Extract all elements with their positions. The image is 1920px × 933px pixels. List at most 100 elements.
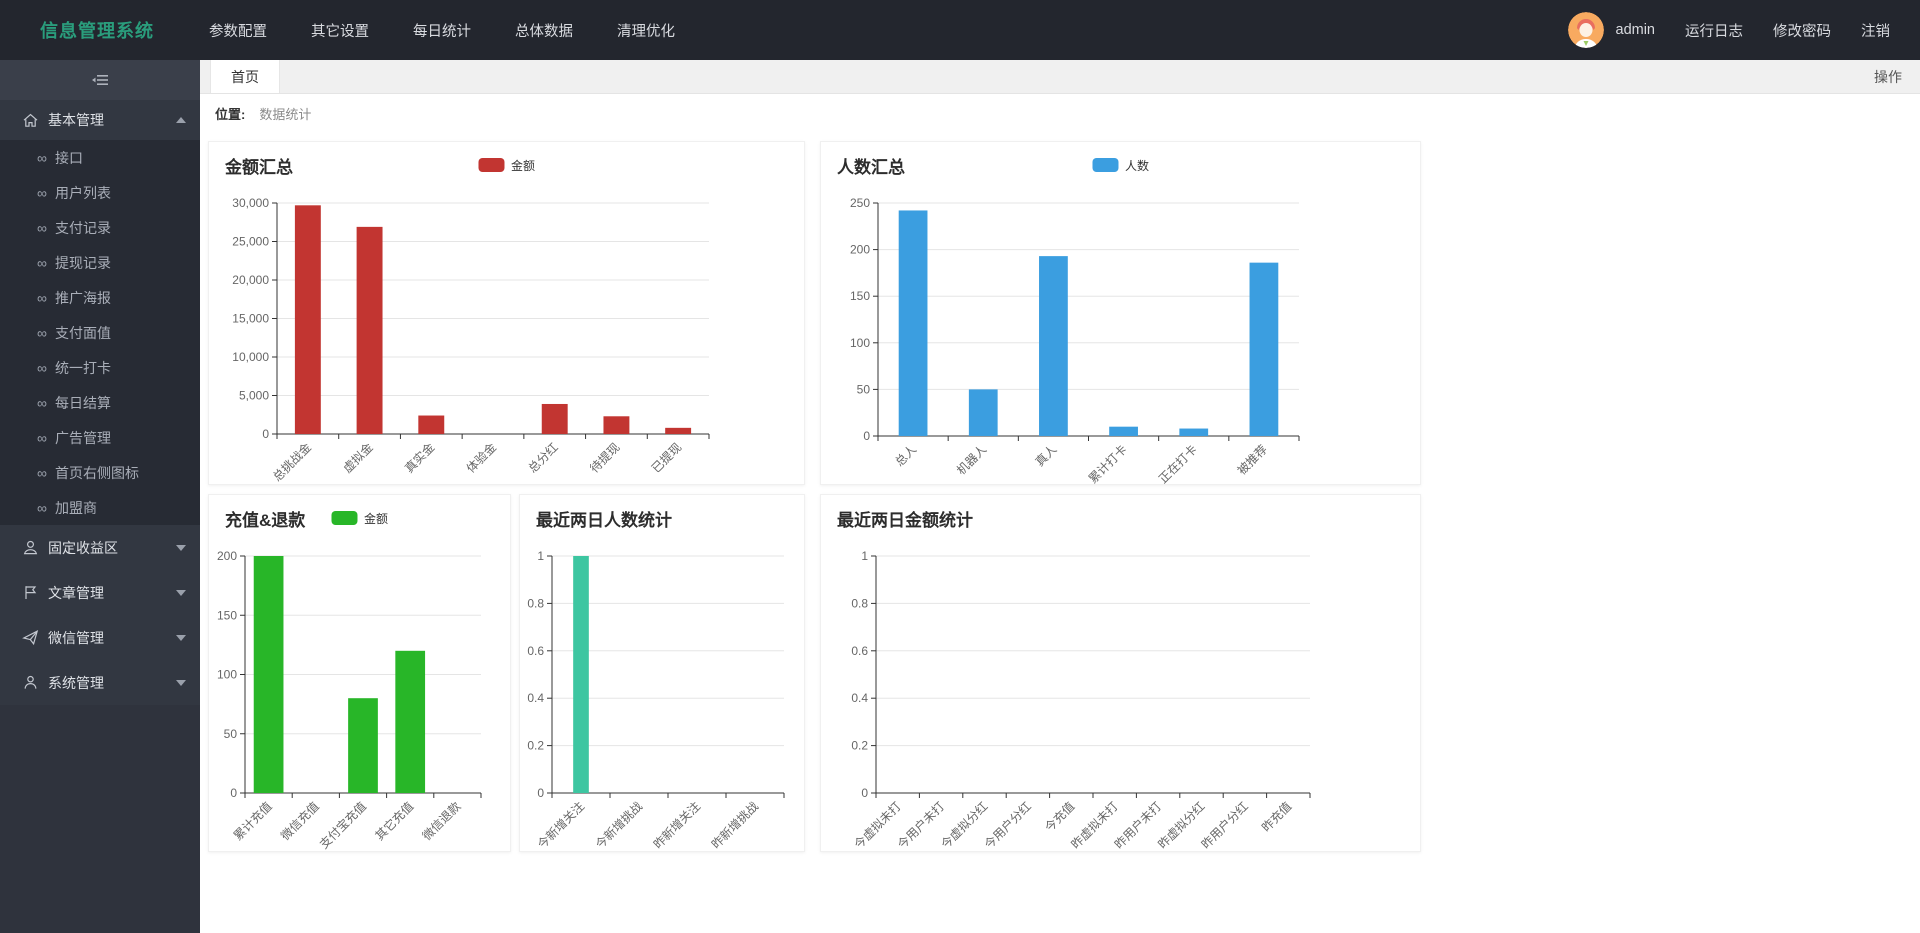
logout-link[interactable]: 注销 [1861, 20, 1890, 41]
navbar-item-4[interactable]: 清理优化 [617, 20, 675, 41]
sidebar-item-label: 接口 [55, 148, 83, 168]
sidebar-item-0-6[interactable]: ∞ 统一打卡 [0, 350, 200, 385]
change-password-link[interactable]: 修改密码 [1773, 20, 1831, 41]
bar-3[interactable] [395, 651, 425, 793]
x-tick-label: 体验金 [463, 440, 499, 476]
sidebar-item-0-2[interactable]: ∞支付记录 [0, 210, 200, 245]
chart-plot: 00.20.40.60.81今新增关注今新增挑战昨新增关注昨新增挑战 [520, 541, 804, 858]
tab-home[interactable]: 首页 [210, 60, 280, 93]
bar-1[interactable] [357, 227, 383, 434]
sidebar-item-0-7[interactable]: ∞每日结算 [0, 385, 200, 420]
sidebar-item-0-4[interactable]: ∞推广海报 [0, 280, 200, 315]
chart-legend[interactable]: 金额 [478, 142, 535, 188]
y-tick-label: 20,000 [232, 273, 269, 287]
username[interactable]: admin [1616, 22, 1656, 38]
y-tick-label: 0.6 [851, 644, 868, 658]
bar-0[interactable] [573, 556, 589, 793]
user-icon [22, 539, 39, 556]
sidebar-group-3[interactable]: 微信管理 [0, 615, 200, 660]
bar-4[interactable] [542, 404, 568, 434]
sidebar-item-0-10[interactable]: ∞加盟商 [0, 490, 200, 525]
bar-chart-canvas: 00.20.40.60.81今虚拟未打今用户未打今虚拟分红今用户分红今充值昨虚拟… [821, 541, 1420, 853]
bar-0[interactable] [899, 210, 928, 436]
bar-5[interactable] [603, 416, 629, 434]
bar-1[interactable] [969, 389, 998, 436]
chart-title: 金额汇总 [225, 153, 293, 178]
chevron-down-icon [176, 545, 186, 551]
main-area: 首页 操作 位置: 数据统计 金额汇总 金额 05,00010,00015,00… [200, 60, 1920, 933]
bar-4[interactable] [1179, 429, 1208, 436]
sidebar-submenu: ∞接口∞用户列表∞支付记录∞提现记录∞推广海报∞支付面值∞统一打卡∞每日结算∞广… [0, 140, 200, 525]
sidebar-item-0-8[interactable]: ∞广告管理 [0, 420, 200, 455]
x-tick-label: 总挑战金 [269, 440, 314, 485]
sidebar-group-4[interactable]: 系统管理 [0, 660, 200, 705]
bar-2[interactable] [348, 698, 378, 793]
breadcrumb-current[interactable]: 数据统计 [259, 104, 311, 123]
link-icon: ∞ [37, 501, 47, 515]
chart-panel-people-summary: 人数汇总 人数 050100150200250总人机器人真人累计打卡正在打卡被推… [820, 141, 1421, 485]
run-log-link[interactable]: 运行日志 [1685, 20, 1743, 41]
y-tick-label: 100 [850, 336, 870, 350]
x-tick-label: 累计打卡 [1086, 442, 1130, 486]
send-icon [22, 629, 39, 646]
x-tick-label: 今充值 [1041, 799, 1077, 835]
bar-2[interactable] [1039, 256, 1068, 436]
y-tick-label: 5,000 [239, 389, 269, 403]
x-tick-label: 待提现 [586, 440, 622, 476]
navbar: 信息管理系统 参数配置其它设置每日统计总体数据清理优化 admin 运行日志修改… [0, 0, 1920, 60]
sidebar-item-0-3[interactable]: ∞提现记录 [0, 245, 200, 280]
bar-0[interactable] [295, 205, 321, 434]
navbar-right-links: 运行日志 修改密码 注销 [1685, 20, 1890, 41]
sidebar-group-2[interactable]: 文章管理 [0, 570, 200, 615]
chart-legend[interactable]: 金额 [331, 495, 388, 541]
x-tick-label: 累计充值 [230, 799, 275, 844]
y-tick-label: 0 [537, 786, 544, 800]
chart-header: 人数汇总 人数 [821, 142, 1420, 188]
sidebar-menu: 基本管理∞接口∞用户列表∞支付记录∞提现记录∞推广海报∞支付面值∞统一打卡∞每日… [0, 100, 200, 705]
chevron-down-icon [176, 635, 186, 641]
y-tick-label: 0 [230, 786, 237, 800]
x-tick-label: 虚拟金 [340, 440, 376, 476]
bar-6[interactable] [665, 428, 691, 434]
sidebar-item-0-5[interactable]: ∞支付面值 [0, 315, 200, 350]
chevron-down-icon [176, 590, 186, 596]
link-icon: ∞ [37, 396, 47, 410]
x-tick-label: 总分红 [525, 440, 561, 476]
navbar-item-1[interactable]: 其它设置 [311, 20, 369, 41]
bar-2[interactable] [418, 416, 444, 434]
sidebar-item-label: 统一打卡 [55, 358, 111, 378]
sidebar-item-0-1[interactable]: ∞用户列表 [0, 175, 200, 210]
user-avatar[interactable] [1568, 12, 1604, 48]
x-tick-label: 昨新增挑战 [708, 799, 761, 852]
chart-header: 最近两日金额统计 [821, 495, 1420, 541]
y-tick-label: 0.8 [527, 596, 544, 610]
y-tick-label: 10,000 [232, 350, 269, 364]
chart-plot: 050100150200累计充值微信充值支付宝充值其它充值微信退款 [209, 541, 510, 858]
chart-plot: 00.20.40.60.81今虚拟未打今用户未打今虚拟分红今用户分红今充值昨虚拟… [821, 541, 1420, 858]
sidebar-item-label: 提现记录 [55, 253, 111, 273]
bar-5[interactable] [1250, 263, 1279, 436]
sidebar-item-0-0[interactable]: ∞接口 [0, 140, 200, 175]
bar-3[interactable] [1109, 427, 1138, 436]
x-tick-label: 支付宝充值 [316, 799, 369, 852]
sidebar-group-label: 系统管理 [48, 673, 104, 693]
bar-0[interactable] [254, 556, 284, 793]
sidebar-item-0-9[interactable]: ∞首页右侧图标 [0, 455, 200, 490]
avatar-image [1568, 12, 1604, 48]
navbar-item-0[interactable]: 参数配置 [209, 20, 267, 41]
legend-swatch [1092, 158, 1118, 172]
tab-operations-button[interactable]: 操作 [1856, 60, 1920, 93]
y-tick-label: 0.6 [527, 644, 544, 658]
x-tick-label: 被推荐 [1235, 442, 1270, 477]
chart-legend[interactable]: 人数 [1092, 142, 1149, 188]
sidebar-collapse-button[interactable] [0, 60, 200, 100]
link-icon: ∞ [37, 361, 47, 375]
sidebar-group-1[interactable]: 固定收益区 [0, 525, 200, 570]
y-tick-label: 0 [861, 786, 868, 800]
y-tick-label: 25,000 [232, 235, 269, 249]
sidebar-group-0[interactable]: 基本管理 [0, 100, 200, 140]
sidebar-item-label: 广告管理 [55, 428, 111, 448]
legend-label: 金额 [364, 510, 388, 527]
navbar-item-3[interactable]: 总体数据 [515, 20, 573, 41]
navbar-item-2[interactable]: 每日统计 [413, 20, 471, 41]
